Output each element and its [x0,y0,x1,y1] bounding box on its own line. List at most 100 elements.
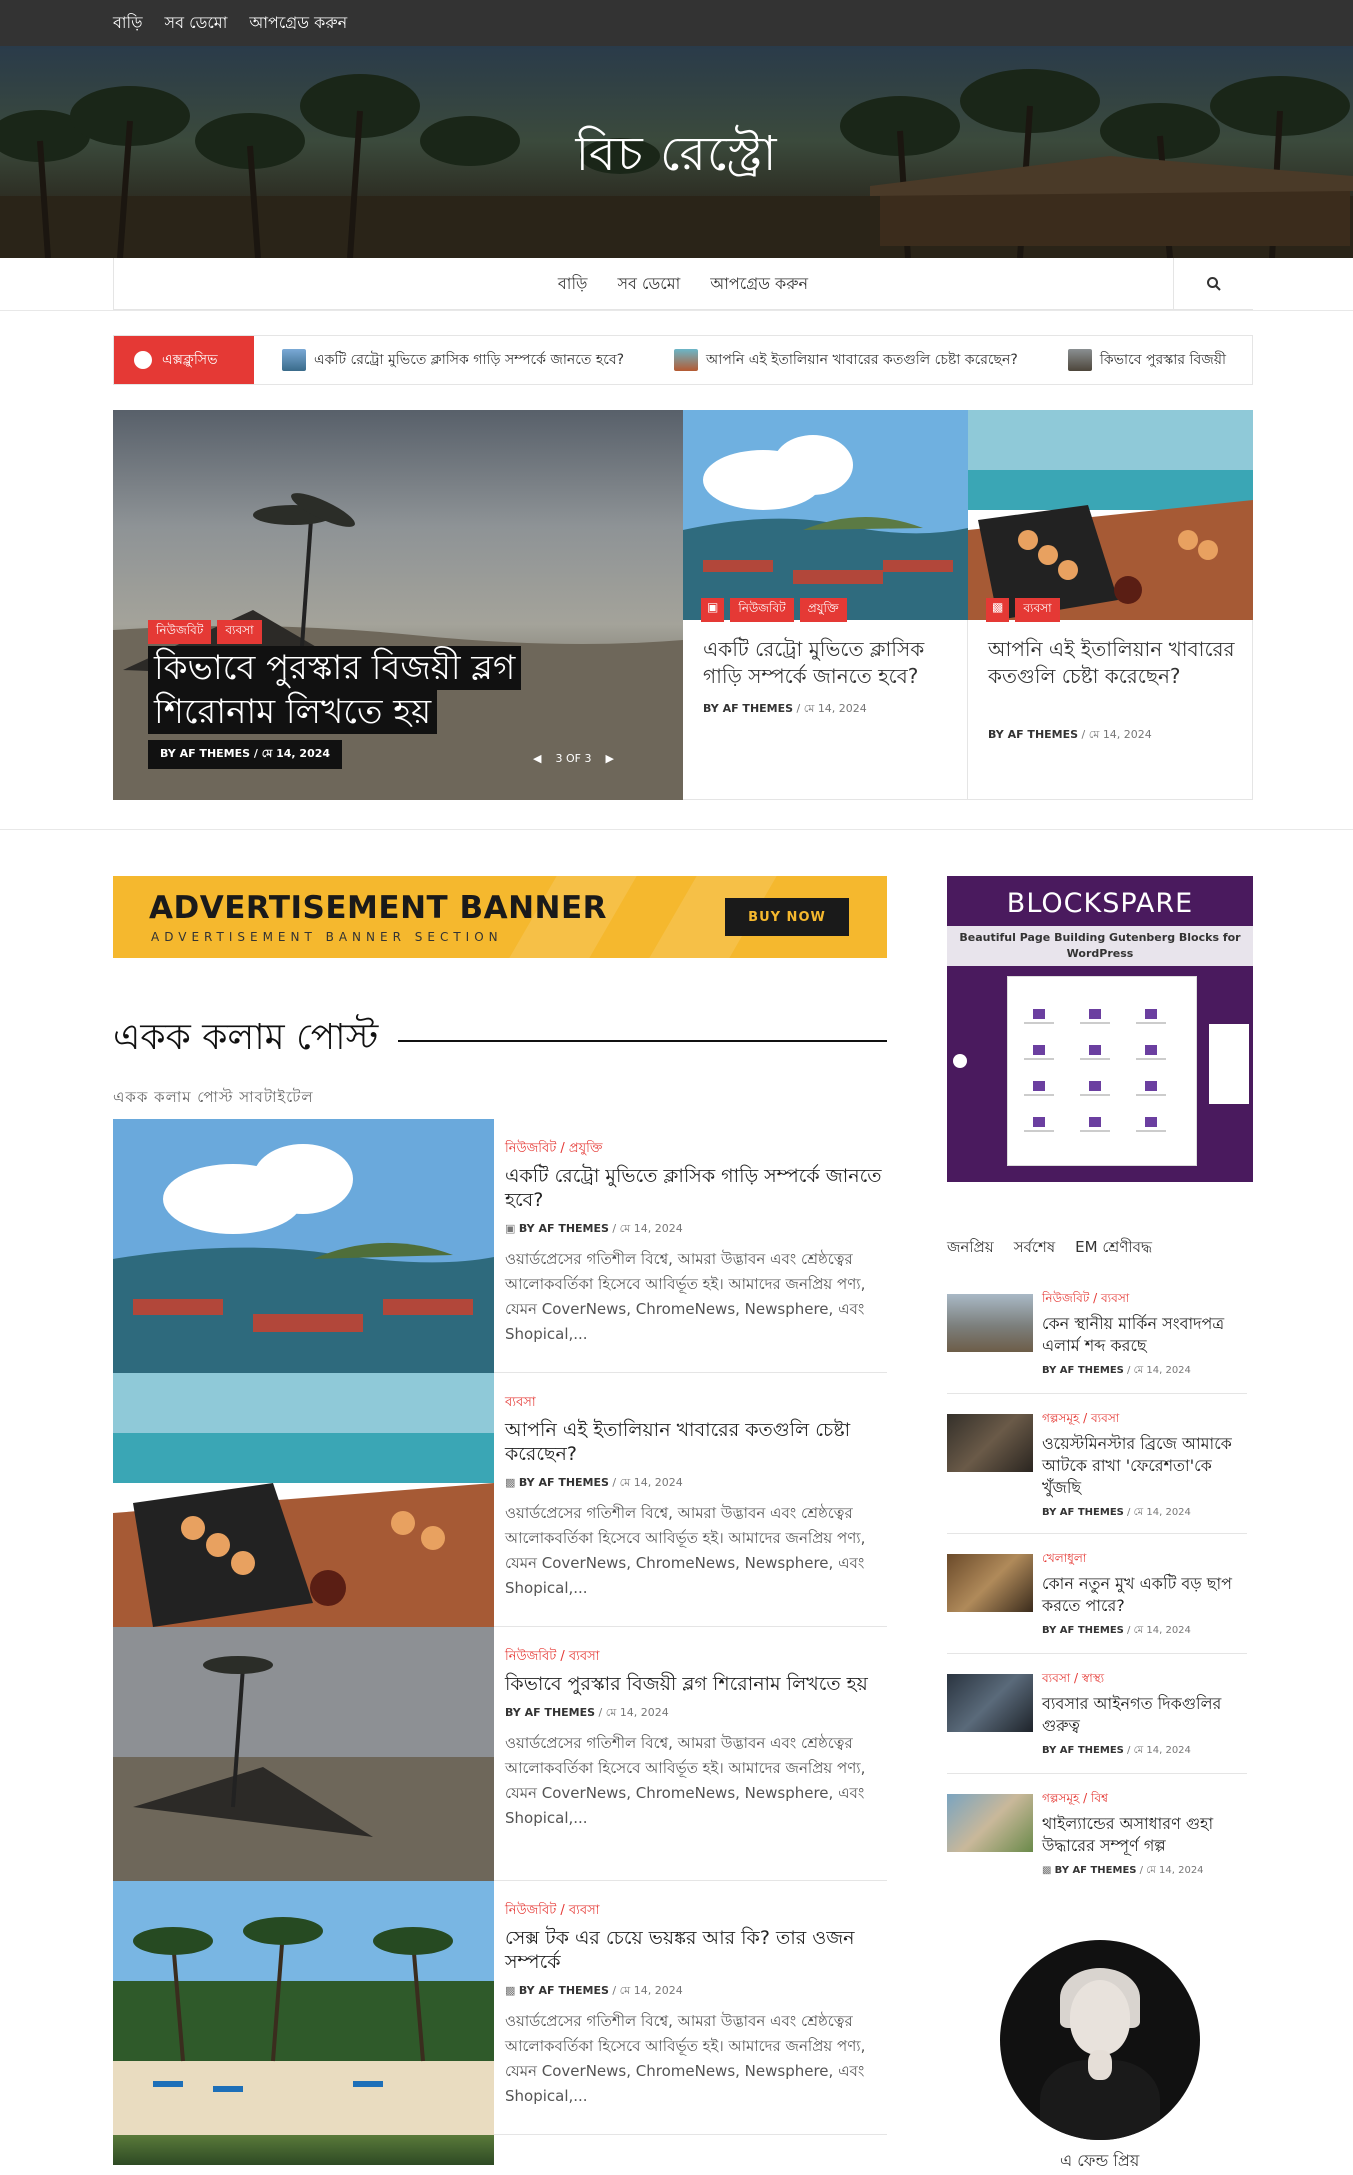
post-categories[interactable]: নিউজবিট / ব্যবসা [505,1647,885,1668]
tab-latest[interactable]: সর্বশেষ [1014,1236,1055,1261]
author[interactable]: BY AF THEMES [1042,1507,1124,1518]
post-body: নিউজবিট / ব্যবসা কিভাবে পুরস্কার বিজয়ী … [505,1647,885,1831]
ticker-label-text: এক্সক্লুসিভ [162,352,218,368]
author[interactable]: BY AF THEMES [1055,1865,1137,1876]
author[interactable]: BY AF THEMES [519,1476,609,1489]
site-title[interactable]: বিচ রেস্ট্রো [0,118,1353,197]
post-row[interactable] [113,2135,887,2165]
post-meta: ▩ BY AF THEMES / মে 14, 2024 [1042,1863,1252,1880]
featured-card[interactable]: ▩ ব্যবসা আপনি এই ইতালিয়ান খাবারের কতগুল… [968,410,1253,800]
sidebar-post[interactable]: গল্পসমূহ / ব্যবসা ওয়েস্টমিনস্টার ব্রিজে… [947,1410,1247,1534]
post-title[interactable]: ব্যবসার আইনগত দিকগুলির গুরুত্ব [1042,1693,1252,1737]
post-meta: ▩ BY AF THEMES / মে 14, 2024 [505,1982,885,2001]
featured-slide[interactable]: নিউজবিট ব্যবসা কিভাবে পুরস্কার বিজয়ী ব্… [113,410,683,800]
post-title[interactable]: থাইল্যান্ডের অসাধারণ গুহা উদ্ধারের সম্পূ… [1042,1813,1252,1857]
post-title[interactable]: কিভাবে পুরস্কার বিজয়ী ব্লগ শিরোনাম লিখত… [505,1672,885,1696]
date: / মে 14, 2024 [1123,1507,1191,1518]
arrow-right-icon[interactable]: ▶ [605,752,613,765]
search-icon [1206,277,1221,291]
author[interactable]: BY AF THEMES [519,1222,609,1235]
post-title[interactable]: একটি রেট্রো মুভিতে ক্লাসিক গাড়ি সম্পর্ক… [505,1164,885,1212]
post-row[interactable]: নিউজবিট / প্রযুক্তি একটি রেট্রো মুভিতে ক… [113,1119,887,1373]
ticker-item-text[interactable]: কিভাবে পুরস্কার বিজয়ী [1100,348,1226,372]
card-title[interactable]: একটি রেট্রো মুভিতে ক্লাসিক গাড়ি সম্পর্ক… [703,636,953,690]
post-image [113,1881,494,2135]
author[interactable]: BY AF THEMES [1042,1745,1124,1756]
author[interactable]: BY AF THEMES [1042,1625,1124,1636]
main-nav-demos[interactable]: সব ডেমো [617,271,680,298]
main-nav-home[interactable]: বাড়ি [558,271,588,298]
top-nav-home[interactable]: বাড়ি [113,10,143,37]
post-title[interactable]: কোন নতুন মুখ একটি বড় ছাপ করতে পারে? [1042,1573,1252,1617]
featured-title-text[interactable]: কিভাবে পুরস্কার বিজয়ী ব্লগ শিরোনাম লিখত… [148,646,522,734]
post-row[interactable]: নিউজবিট / ব্যবসা সেক্স টক এর চেয়ে ভয়ঙ্… [113,1881,887,2135]
category-tag[interactable]: নিউজবিট [730,598,794,622]
ticker-item[interactable]: আপনি এই ইতালিয়ান খাবারের কতগুলি চেষ্টা … [674,348,1018,372]
post-categories[interactable]: খেলাধুলা [1042,1550,1252,1570]
advertisement-banner[interactable]: ADVERTISEMENT BANNER ADVERTISEMENT BANNE… [113,876,887,958]
post-row[interactable]: ব্যবসা আপনি এই ইতালিয়ান খাবারের কতগুলি … [113,1373,887,1627]
top-bar: বাড়ি সব ডেমো আপগ্রেড করুন [0,0,1353,46]
tab-categorized[interactable]: EM শ্রেণীবদ্ধ [1075,1236,1152,1261]
post-meta: BY AF THEMES / মে 14, 2024 [505,1704,885,1723]
post-categories[interactable]: নিউজবিট / প্রযুক্তি [505,1139,885,1160]
card-image [968,410,1253,620]
category-tag[interactable]: ব্যবসা [1015,598,1060,622]
category-tag[interactable]: ব্যবসা [217,620,262,644]
card-categories: ▣ নিউজবিট প্রযুক্তি [701,598,847,622]
post-categories[interactable]: গল্পসমূহ / ব্যবসা [1042,1410,1252,1430]
post-categories[interactable]: নিউজবিট / ব্যবসা [505,1901,885,1922]
author[interactable]: BY AF THEMES [703,702,793,715]
top-nav-demos[interactable]: সব ডেমো [165,10,228,37]
top-nav-upgrade[interactable]: আপগ্রেড করুন [249,10,347,37]
slide-counter: 3 OF 3 [555,752,592,765]
featured-card[interactable]: ▣ নিউজবিট প্রযুক্তি একটি রেট্রো মুভিতে ক… [683,410,968,800]
author-avatar[interactable] [1000,1940,1200,2140]
post-title[interactable]: সেক্স টক এর চেয়ে ভয়ঙ্কর আর কি? তার ওজন… [505,1926,885,1974]
author[interactable]: BY AF THEMES [505,1706,595,1719]
buy-now-button[interactable]: BUY NOW [725,898,849,936]
image-format-icon: ▣ [701,598,725,622]
card-title[interactable]: আপনি এই ইতালিয়ান খাবারের কতগুলি চেষ্টা … [988,636,1238,690]
arrow-left-icon[interactable]: ◀ [533,752,541,765]
post-categories[interactable]: ব্যবসা [505,1393,885,1414]
section-title: একক কলাম পোস্ট [113,1010,399,1070]
ticker-item[interactable]: একটি রেট্রো মুভিতে ক্লাসিক গাড়ি সম্পর্ক… [282,348,624,372]
tab-popular[interactable]: জনপ্রিয় [947,1236,994,1261]
ticker-item[interactable]: কিভাবে পুরস্কার বিজয়ী [1067,348,1226,372]
post-categories[interactable]: গল্পসমূহ / বিশ্ব [1042,1790,1252,1810]
main-nav-upgrade[interactable]: আপগ্রেড করুন [710,271,808,298]
featured-categories: নিউজবিট ব্যবসা [148,620,262,644]
post-image [113,1119,494,1373]
author[interactable]: BY AF THEMES [519,1984,609,1997]
category-tag[interactable]: প্রযুক্তি [799,598,847,622]
search-button[interactable] [1173,258,1253,310]
main-nav-links: বাড়ি সব ডেমো আপগ্রেড করুন [113,258,1253,310]
sidebar-post-image [947,1414,1033,1472]
post-title[interactable]: কেন স্থানীয় মার্কিন সংবাদপত্র এলার্ম শব… [1042,1313,1252,1357]
ticker-item-text[interactable]: আপনি এই ইতালিয়ান খাবারের কতগুলি চেষ্টা … [706,348,1018,372]
ticker-item-text[interactable]: একটি রেট্রো মুভিতে ক্লাসিক গাড়ি সম্পর্ক… [314,348,624,372]
post-title[interactable]: ওয়েস্টমিনস্টার ব্রিজে আমাকে আটকে রাখা '… [1042,1433,1252,1499]
post-title[interactable]: আপনি এই ইতালিয়ান খাবারের কতগুলি চেষ্টা … [505,1418,885,1466]
sidebar-post-image [947,1794,1033,1852]
post-body: ব্যবসা আপনি এই ইতালিয়ান খাবারের কতগুলি … [505,1393,885,1601]
featured-title[interactable]: কিভাবে পুরস্কার বিজয়ী ব্লগ শিরোনাম লিখত… [148,646,568,734]
author[interactable]: BY AF THEMES [1042,1365,1124,1376]
video-format-icon: ▩ [986,598,1010,622]
category-tag[interactable]: নিউজবিট [148,620,212,644]
sidebar-post[interactable]: নিউজবিট / ব্যবসা কেন স্থানীয় মার্কিন সং… [947,1290,1247,1394]
sidebar-post[interactable]: গল্পসমূহ / বিশ্ব থাইল্যান্ডের অসাধারণ গু… [947,1790,1247,1894]
blockspare-screenshot [1007,976,1197,1166]
post-excerpt: ওয়ার্ডপ্রেসের গতিশীল বিশ্বে, আমরা উদ্ভা… [505,1504,866,1597]
sidebar-post[interactable]: খেলাধুলা কোন নতুন মুখ একটি বড় ছাপ করতে … [947,1550,1247,1654]
post-categories[interactable]: ব্যবসা / স্বাস্থ্য [1042,1670,1252,1690]
author[interactable]: BY AF THEMES [988,728,1078,741]
date: / মে 14, 2024 [1078,728,1152,741]
post-row[interactable]: নিউজবিট / ব্যবসা কিভাবে পুরস্কার বিজয়ী … [113,1627,887,1881]
date: / মে 14, 2024 [608,1476,683,1489]
post-categories[interactable]: নিউজবিট / ব্যবসা [1042,1290,1252,1310]
sidebar-post[interactable]: ব্যবসা / স্বাস্থ্য ব্যবসার আইনগত দিকগুলি… [947,1670,1247,1774]
sidebar-post-body: গল্পসমূহ / বিশ্ব থাইল্যান্ডের অসাধারণ গু… [1042,1790,1252,1880]
blockspare-ad[interactable]: BLOCKSPARE Beautiful Page Building Guten… [947,876,1253,1182]
